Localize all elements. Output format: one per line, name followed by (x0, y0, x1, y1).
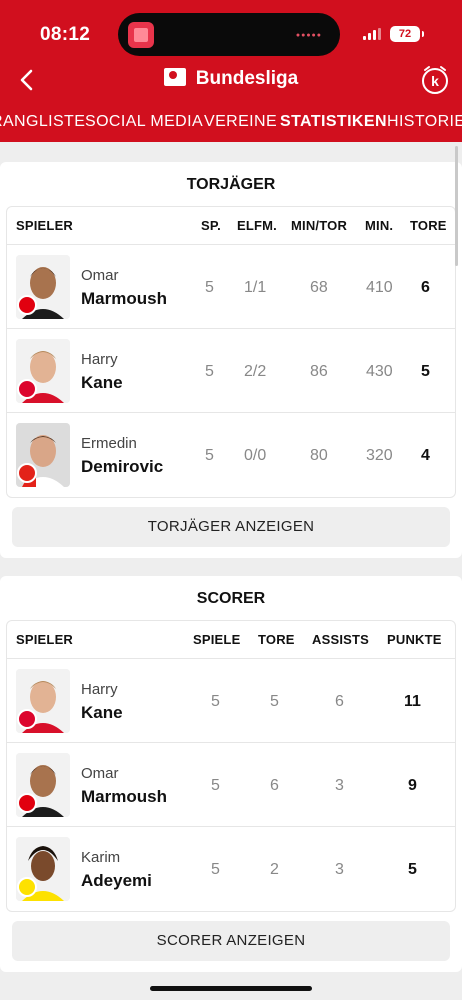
cell-spiele: 5 (211, 693, 220, 710)
player-first-name: Omar (81, 765, 119, 782)
scorer-show-all-button[interactable]: SCORER ANZEIGEN (12, 921, 450, 961)
scorer-card: SCORER SPIELER SPIELE TORE ASSISTS PUNKT… (0, 576, 462, 972)
scrollbar[interactable] (455, 146, 458, 266)
cell-punkte: 9 (408, 777, 417, 794)
app-header: 08:12 ●●●●● 72 Bundesliga k RANGLISTE SO… (0, 0, 462, 142)
torjaeger-card: TORJÄGER SPIELER SP. ELFM. MIN/TOR MIN. … (0, 162, 462, 558)
status-bar: 08:12 ●●●●● 72 (0, 0, 462, 62)
navigation-bar: Bundesliga k (0, 62, 462, 102)
club-logo-icon (17, 877, 37, 897)
tab-social-media[interactable]: SOCIAL MEDIA (85, 113, 203, 131)
cell-min: 430 (366, 363, 393, 380)
scorer-table: SPIELER SPIELE TORE ASSISTS PUNKTE Harry… (6, 620, 456, 912)
table-header: SPIELER SPIELE TORE ASSISTS PUNKTE (7, 621, 455, 659)
cell-punkte: 11 (404, 693, 421, 710)
club-logo-icon (17, 295, 37, 315)
col-min-tor: MIN/TOR (291, 218, 348, 233)
tab-rangliste[interactable]: RANGLISTE (0, 113, 85, 131)
col-assists: ASSISTS (312, 632, 370, 647)
kicker-logo-icon[interactable]: k (419, 64, 451, 96)
player-last-name: Kane (81, 703, 123, 722)
bundesliga-logo-icon (163, 67, 186, 86)
table-row[interactable]: Omar Marmoush 5 1/1 68 410 6 (7, 245, 455, 329)
table-row[interactable]: Harry Kane 5 2/2 86 430 5 (7, 329, 455, 413)
cell-tore: 5 (421, 363, 430, 380)
cellular-signal-icon (363, 28, 383, 40)
col-tore: TORE (410, 218, 447, 233)
cell-min-tor: 68 (310, 279, 328, 296)
tab-statistiken[interactable]: STATISTIKEN (280, 113, 387, 131)
cell-spiele: 5 (211, 861, 220, 878)
player-first-name: Ermedin (81, 435, 137, 452)
scorer-title: SCORER (196, 590, 266, 607)
club-logo-icon (17, 793, 37, 813)
player-last-name: Adeyemi (81, 871, 152, 890)
home-indicator[interactable] (150, 986, 312, 991)
col-spieler: SPIELER (16, 632, 74, 647)
cell-assists: 3 (335, 861, 344, 878)
cell-min: 410 (366, 279, 393, 296)
cell-sp: 5 (205, 447, 214, 464)
club-logo-icon (17, 379, 37, 399)
cell-min: 320 (366, 447, 393, 464)
svg-text:k: k (431, 73, 439, 89)
cell-tore: 5 (270, 693, 279, 710)
table-row[interactable]: Ermedin Demirovic 5 0/0 80 320 4 (7, 413, 455, 497)
col-tore: TORE (258, 632, 295, 647)
cell-assists: 6 (335, 693, 344, 710)
tab-vereine[interactable]: VEREINE (204, 113, 277, 131)
cell-assists: 3 (335, 777, 344, 794)
live-activity-app-icon (128, 22, 154, 48)
dynamic-island: ●●●●● (118, 13, 340, 56)
cell-min-tor: 86 (310, 363, 328, 380)
club-logo-icon (17, 463, 37, 483)
cell-elfm: 1/1 (244, 279, 267, 296)
page-title: Bundesliga (0, 67, 462, 90)
cell-tore: 6 (270, 777, 279, 794)
col-elfm: ELFM. (237, 218, 277, 233)
player-first-name: Harry (81, 351, 118, 368)
player-last-name: Demirovic (81, 457, 164, 476)
section-tabs: RANGLISTE SOCIAL MEDIA VEREINE STATISTIK… (0, 106, 462, 142)
cell-elfm: 0/0 (244, 447, 267, 464)
col-spieler: SPIELER (16, 218, 74, 233)
col-punkte: PUNKTE (387, 632, 442, 647)
cell-elfm: 2/2 (244, 363, 267, 380)
table-row[interactable]: Harry Kane 5 5 6 11 (7, 659, 455, 743)
player-first-name: Karim (81, 849, 121, 866)
player-first-name: Omar (81, 267, 119, 284)
audio-wave-icon: ●●●●● (295, 32, 322, 39)
status-time: 08:12 (40, 24, 91, 45)
table-header: SPIELER SP. ELFM. MIN/TOR MIN. TORE (7, 207, 455, 245)
col-spiele: SPIELE (193, 632, 241, 647)
battery-icon: 72 (390, 26, 424, 42)
cell-punkte: 5 (408, 861, 417, 878)
table-row[interactable]: Omar Marmoush 5 6 3 9 (7, 743, 455, 827)
table-row[interactable]: Karim Adeyemi 5 2 3 5 (7, 827, 455, 911)
cell-min-tor: 80 (310, 447, 328, 464)
cell-tore: 6 (421, 279, 430, 296)
col-min: MIN. (365, 218, 394, 233)
player-last-name: Marmoush (81, 787, 167, 806)
player-last-name: Kane (81, 373, 123, 392)
cell-tore: 2 (270, 861, 279, 878)
cell-sp: 5 (205, 279, 214, 296)
player-first-name: Harry (81, 681, 118, 698)
torjaeger-show-all-button[interactable]: TORJÄGER ANZEIGEN (12, 507, 450, 547)
page-title-text: Bundesliga (195, 68, 299, 89)
cell-spiele: 5 (211, 777, 220, 794)
torjaeger-table: SPIELER SP. ELFM. MIN/TOR MIN. TORE Omar… (6, 206, 456, 498)
club-logo-icon (17, 709, 37, 729)
col-sp: SP. (201, 218, 221, 233)
tab-historie[interactable]: HISTORIE (387, 113, 462, 131)
cell-sp: 5 (205, 363, 214, 380)
torjaeger-title: TORJÄGER (186, 176, 276, 193)
player-last-name: Marmoush (81, 289, 167, 308)
cell-tore: 4 (421, 447, 430, 464)
